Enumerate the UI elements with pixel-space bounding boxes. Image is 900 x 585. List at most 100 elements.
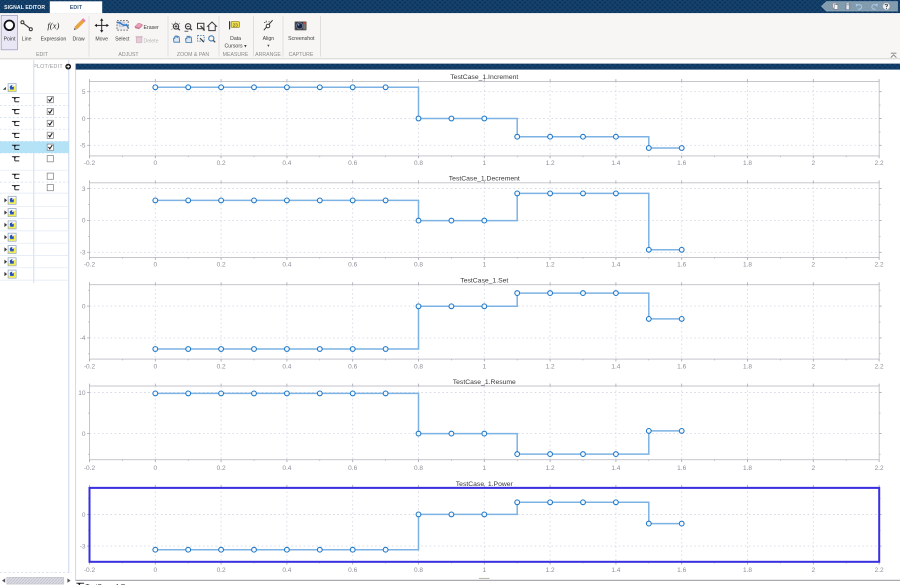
svg-text:CAPTURE: CAPTURE <box>289 52 314 58</box>
svg-text:0.4: 0.4 <box>282 465 291 472</box>
svg-text:0.2: 0.2 <box>217 160 226 167</box>
svg-text:-0.2: -0.2 <box>84 262 96 269</box>
svg-text:0: 0 <box>153 363 157 370</box>
svg-text:2.2: 2.2 <box>875 262 884 269</box>
svg-text:Cursors ▾: Cursors ▾ <box>224 43 247 49</box>
svg-text:0.2: 0.2 <box>217 363 226 370</box>
svg-text:1.2: 1.2 <box>546 363 555 370</box>
svg-text:Expression: Expression <box>41 37 67 43</box>
svg-text:2.2: 2.2 <box>875 160 884 167</box>
svg-text:0: 0 <box>82 218 86 225</box>
svg-text:1.6: 1.6 <box>677 465 686 472</box>
svg-text:1.4: 1.4 <box>611 567 620 574</box>
svg-text:-0.2: -0.2 <box>84 160 96 167</box>
svg-text:1.2: 1.2 <box>546 160 555 167</box>
svg-text:2: 2 <box>811 262 815 269</box>
svg-text:2.2: 2.2 <box>875 363 884 370</box>
svg-text:0.4: 0.4 <box>282 160 291 167</box>
svg-text:Screenshot: Screenshot <box>288 36 315 42</box>
svg-text:1.6: 1.6 <box>677 262 686 269</box>
svg-text:23: 23 <box>233 22 239 27</box>
svg-text:f(x): f(x) <box>47 21 59 31</box>
svg-text:0.2: 0.2 <box>217 465 226 472</box>
svg-text:0.2: 0.2 <box>217 262 226 269</box>
svg-text:2: 2 <box>811 160 815 167</box>
svg-text:0.2: 0.2 <box>217 567 226 574</box>
svg-text:2: 2 <box>811 363 815 370</box>
svg-text:0.6: 0.6 <box>348 262 357 269</box>
svg-text:0: 0 <box>153 567 157 574</box>
svg-text:0.6: 0.6 <box>348 567 357 574</box>
svg-text:-4: -4 <box>80 335 86 342</box>
svg-text:1.4: 1.4 <box>611 262 620 269</box>
svg-text:Delete: Delete <box>144 39 159 45</box>
svg-text:-0.2: -0.2 <box>84 567 96 574</box>
svg-text:1: 1 <box>482 567 486 574</box>
svg-text:0.6: 0.6 <box>348 465 357 472</box>
svg-text:0.8: 0.8 <box>414 160 423 167</box>
svg-text:Data: Data <box>230 36 241 42</box>
svg-text:0: 0 <box>153 465 157 472</box>
svg-text:1.4: 1.4 <box>611 363 620 370</box>
svg-text:-0.2: -0.2 <box>84 363 96 370</box>
svg-text:EDIT: EDIT <box>70 5 83 11</box>
svg-text:1.4: 1.4 <box>611 160 620 167</box>
svg-text:1.8: 1.8 <box>743 567 752 574</box>
svg-text:0.8: 0.8 <box>414 567 423 574</box>
svg-text:Eraser: Eraser <box>144 25 160 31</box>
svg-text:1: 1 <box>482 465 486 472</box>
svg-text:0.4: 0.4 <box>282 567 291 574</box>
svg-text:MEASURE: MEASURE <box>223 52 249 58</box>
svg-text:0: 0 <box>153 160 157 167</box>
svg-text:ADJUST: ADJUST <box>118 52 139 58</box>
svg-text:0.8: 0.8 <box>414 363 423 370</box>
svg-text:0: 0 <box>82 431 86 438</box>
svg-text:0: 0 <box>153 262 157 269</box>
svg-text:2: 2 <box>811 567 815 574</box>
svg-text:10: 10 <box>78 390 86 397</box>
svg-text:1.8: 1.8 <box>743 160 752 167</box>
svg-text:1.2: 1.2 <box>546 567 555 574</box>
svg-text:1: 1 <box>482 262 486 269</box>
svg-text:1.8: 1.8 <box>743 262 752 269</box>
svg-text:Point: Point <box>4 37 16 43</box>
svg-text:PLOT/EDIT: PLOT/EDIT <box>33 64 63 70</box>
svg-text:2.2: 2.2 <box>875 465 884 472</box>
svg-text:5: 5 <box>82 89 86 96</box>
svg-text:0.6: 0.6 <box>348 363 357 370</box>
svg-text:1.2: 1.2 <box>546 262 555 269</box>
svg-text:0.4: 0.4 <box>282 363 291 370</box>
svg-text:Move: Move <box>95 37 108 43</box>
svg-text:EDIT: EDIT <box>36 52 49 58</box>
svg-text:Select: Select <box>115 37 130 43</box>
svg-text:1.2: 1.2 <box>546 465 555 472</box>
svg-text:-0.2: -0.2 <box>84 465 96 472</box>
svg-text:0: 0 <box>82 116 86 123</box>
svg-text:1.6: 1.6 <box>677 363 686 370</box>
svg-text:1: 1 <box>482 363 486 370</box>
svg-text:-5: -5 <box>80 143 86 150</box>
svg-text:0: 0 <box>82 512 86 519</box>
svg-text:SIGNAL EDITOR: SIGNAL EDITOR <box>4 5 45 11</box>
svg-text:0.8: 0.8 <box>414 262 423 269</box>
svg-text:1.4: 1.4 <box>611 465 620 472</box>
svg-text:0.4: 0.4 <box>282 262 291 269</box>
svg-text:0: 0 <box>82 303 86 310</box>
svg-text:1.6: 1.6 <box>677 567 686 574</box>
svg-text:-3: -3 <box>80 250 86 257</box>
svg-text:1.8: 1.8 <box>743 465 752 472</box>
svg-text:2: 2 <box>811 465 815 472</box>
svg-text:Line: Line <box>22 37 32 43</box>
svg-text:0.6: 0.6 <box>348 160 357 167</box>
svg-text:-3: -3 <box>80 543 86 550</box>
svg-text:1: 1 <box>482 160 486 167</box>
svg-text:ARRANGE: ARRANGE <box>255 52 281 58</box>
svg-text:2.2: 2.2 <box>875 567 884 574</box>
svg-text:Draw: Draw <box>73 37 85 43</box>
svg-text:0.8: 0.8 <box>414 465 423 472</box>
svg-text:3: 3 <box>82 186 86 193</box>
svg-text:Align: Align <box>263 36 275 42</box>
svg-text:1.8: 1.8 <box>743 363 752 370</box>
svg-text:ZOOM & PAN: ZOOM & PAN <box>177 52 209 58</box>
svg-text:1.6: 1.6 <box>677 160 686 167</box>
